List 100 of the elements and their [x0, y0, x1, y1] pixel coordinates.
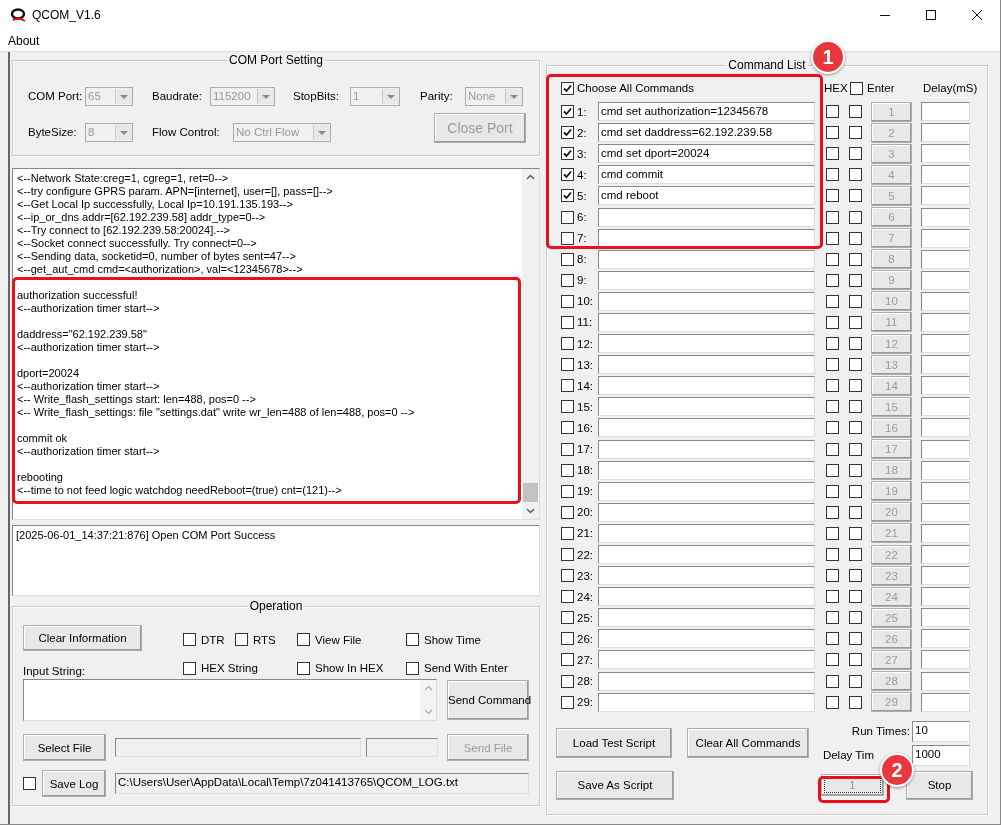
- checkbox[interactable]: [561, 168, 574, 182]
- checkbox[interactable]: [561, 526, 574, 540]
- checkbox[interactable]: [561, 147, 574, 161]
- delay-field[interactable]: [921, 355, 970, 375]
- clear-information-button[interactable]: Clear Information: [23, 625, 142, 651]
- command-field[interactable]: [598, 545, 815, 564]
- checkbox[interactable]: [826, 611, 839, 625]
- checkbox[interactable]: [849, 168, 862, 182]
- checkbox[interactable]: [561, 252, 574, 266]
- command-field[interactable]: [598, 376, 815, 396]
- delay-field[interactable]: [921, 523, 970, 543]
- checkbox[interactable]: [849, 695, 862, 709]
- checkbox[interactable]: [183, 633, 196, 647]
- clear-all-commands-button[interactable]: Clear All Commands: [687, 727, 809, 758]
- checkbox[interactable]: [561, 316, 574, 329]
- checkbox[interactable]: [849, 273, 862, 287]
- checkbox[interactable]: [849, 316, 862, 329]
- delay-field[interactable]: [921, 608, 970, 628]
- checkbox[interactable]: [406, 661, 419, 675]
- send-command-button[interactable]: Send Command: [447, 680, 529, 720]
- command-field[interactable]: [598, 608, 815, 628]
- checkbox[interactable]: [561, 358, 574, 372]
- command-field[interactable]: [598, 291, 815, 311]
- checkbox[interactable]: [561, 632, 574, 646]
- checkbox[interactable]: [826, 569, 839, 583]
- command-field[interactable]: [598, 397, 815, 417]
- delay-field[interactable]: [921, 207, 970, 227]
- checkbox[interactable]: [826, 674, 839, 688]
- checkbox[interactable]: [826, 695, 839, 709]
- checkbox[interactable]: [23, 777, 36, 790]
- delay-field[interactable]: [921, 123, 970, 143]
- delay-field[interactable]: [921, 165, 970, 185]
- delay-field[interactable]: [921, 291, 970, 311]
- checkbox[interactable]: [849, 590, 862, 604]
- command-field[interactable]: [598, 502, 815, 522]
- checkbox[interactable]: [826, 358, 839, 372]
- checkbox[interactable]: [849, 653, 862, 667]
- checkbox[interactable]: [826, 421, 839, 435]
- checkbox[interactable]: [849, 189, 862, 203]
- checkbox[interactable]: [849, 147, 862, 161]
- save-log-button[interactable]: Save Log: [42, 770, 106, 797]
- command-field[interactable]: [598, 587, 815, 607]
- checkbox[interactable]: [826, 379, 839, 393]
- delay-time-field[interactable]: 1000: [912, 744, 970, 766]
- command-field[interactable]: [598, 650, 815, 670]
- checkbox[interactable]: [561, 653, 574, 667]
- checkbox[interactable]: [826, 316, 839, 329]
- checkbox[interactable]: [826, 484, 839, 498]
- save-as-script-button[interactable]: Save As Script: [556, 770, 674, 800]
- checkbox[interactable]: [826, 337, 839, 351]
- checkbox[interactable]: [561, 611, 574, 625]
- delay-field[interactable]: [921, 186, 970, 206]
- delay-field[interactable]: [921, 228, 970, 248]
- checkbox[interactable]: [826, 105, 839, 119]
- checkbox[interactable]: [561, 210, 574, 224]
- checkbox[interactable]: [826, 632, 839, 646]
- checkbox[interactable]: [849, 105, 862, 119]
- checkbox[interactable]: [849, 674, 862, 688]
- checkbox[interactable]: [561, 505, 574, 519]
- input-string-field[interactable]: [23, 679, 437, 721]
- checkbox[interactable]: [849, 442, 862, 456]
- checkbox[interactable]: [561, 695, 574, 709]
- command-field[interactable]: [598, 671, 815, 691]
- checkbox[interactable]: [561, 400, 574, 414]
- checkbox[interactable]: [561, 484, 574, 498]
- checkbox[interactable]: [826, 463, 839, 477]
- checkbox[interactable]: [826, 231, 839, 245]
- checkbox[interactable]: [826, 400, 839, 414]
- delay-field[interactable]: [921, 460, 970, 480]
- checkbox[interactable]: [850, 81, 863, 95]
- delay-field[interactable]: [921, 502, 970, 522]
- checkbox[interactable]: [849, 526, 862, 540]
- checkbox[interactable]: [849, 463, 862, 477]
- scroll-thumb[interactable]: [523, 483, 538, 502]
- checkbox[interactable]: [826, 273, 839, 287]
- delay-field[interactable]: [921, 249, 970, 269]
- checkbox[interactable]: [183, 661, 196, 675]
- checkbox[interactable]: [561, 105, 574, 119]
- checkbox[interactable]: [297, 661, 310, 675]
- checkbox[interactable]: [561, 379, 574, 393]
- file-path-field[interactable]: [115, 738, 361, 757]
- checkbox[interactable]: [826, 189, 839, 203]
- select-file-button[interactable]: Select File: [23, 734, 106, 761]
- checkbox[interactable]: [849, 632, 862, 646]
- command-field[interactable]: [598, 566, 815, 586]
- checkbox[interactable]: [849, 358, 862, 372]
- delay-field[interactable]: [921, 629, 970, 649]
- scrollbar[interactable]: [522, 169, 539, 519]
- checkbox[interactable]: [849, 505, 862, 519]
- delay-field[interactable]: [921, 481, 970, 501]
- command-field[interactable]: [598, 460, 815, 480]
- checkbox[interactable]: [849, 421, 862, 435]
- checkbox[interactable]: [849, 569, 862, 583]
- checkbox[interactable]: [297, 633, 310, 647]
- checkbox[interactable]: [561, 548, 574, 561]
- checkbox[interactable]: [826, 126, 839, 140]
- checkbox[interactable]: [849, 210, 862, 224]
- delay-field[interactable]: [921, 144, 970, 164]
- command-field[interactable]: cmd set dport=20024: [598, 144, 815, 164]
- checkbox[interactable]: [849, 548, 862, 561]
